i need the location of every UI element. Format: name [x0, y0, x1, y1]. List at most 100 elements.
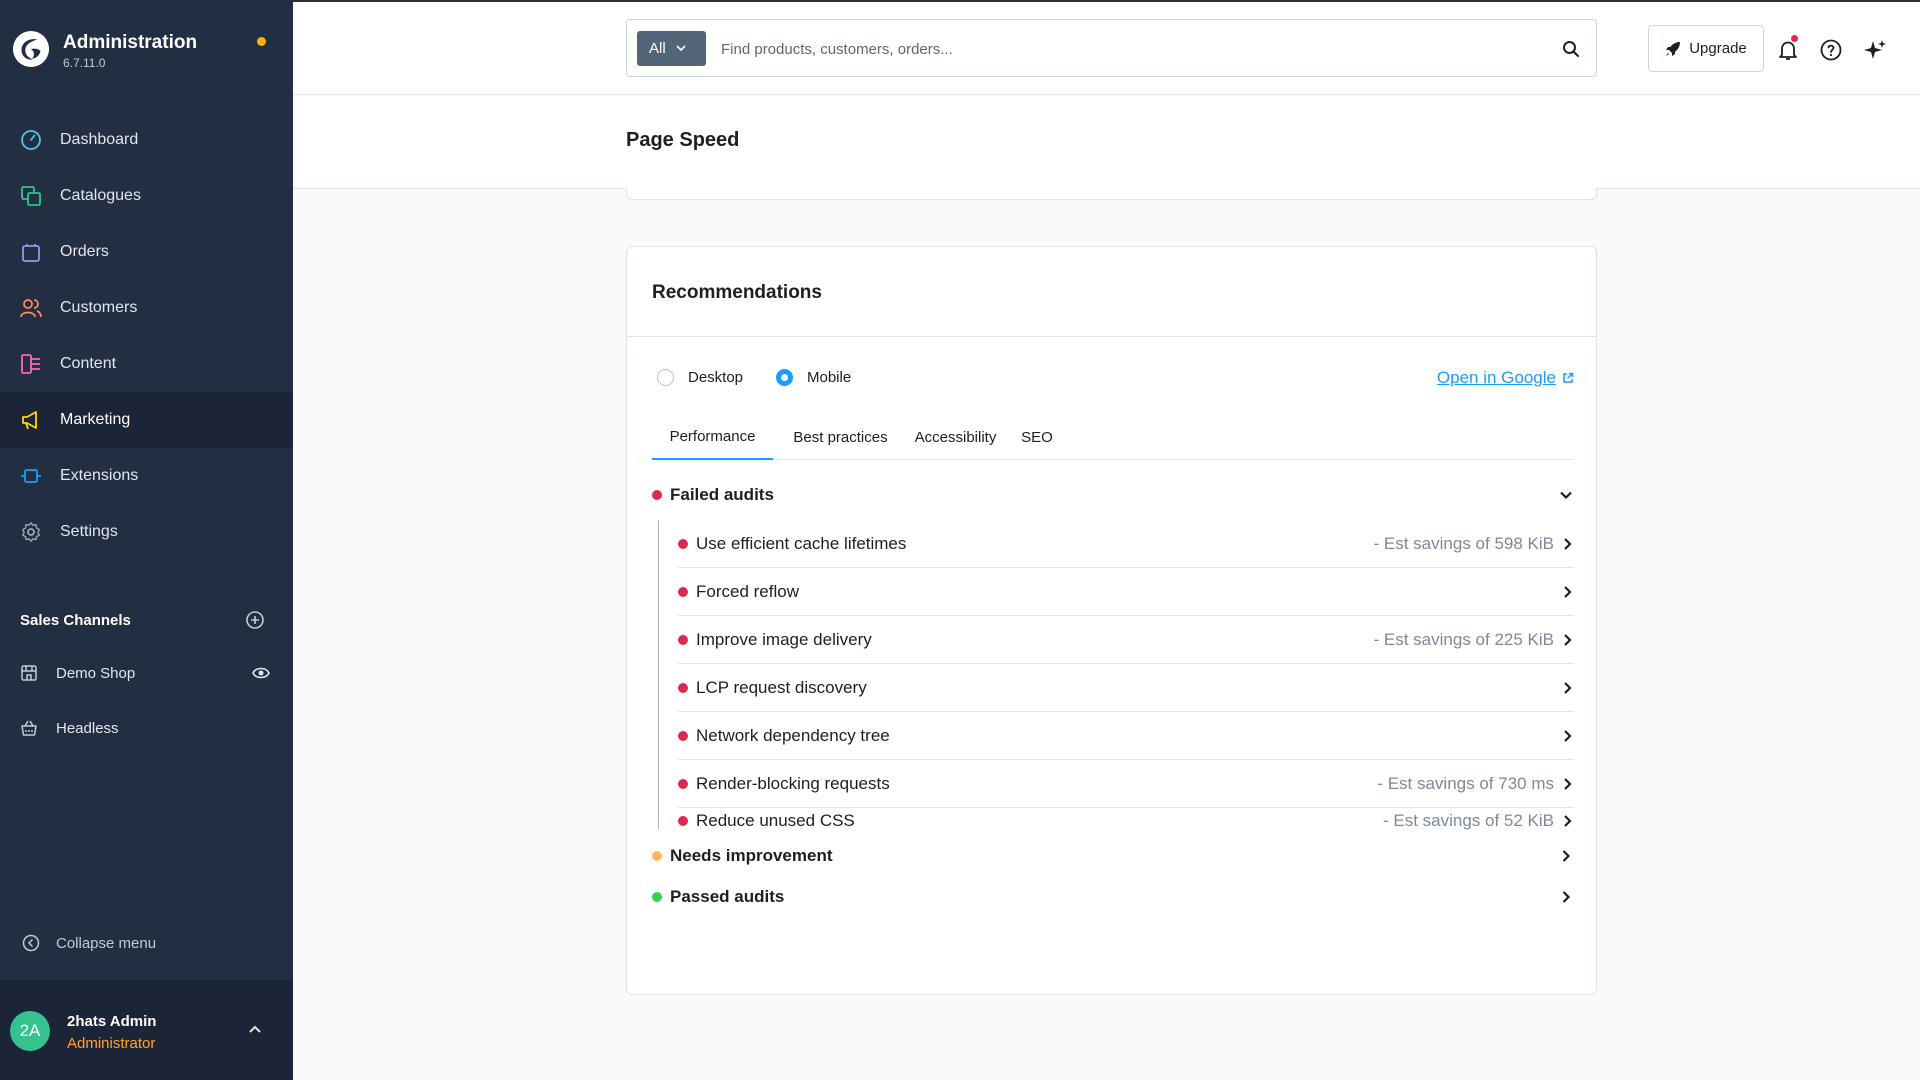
sales-channel-headless[interactable]: Headless	[20, 713, 270, 743]
app-title: Administration	[63, 32, 198, 53]
sidebar-item-marketing[interactable]: Marketing	[0, 392, 293, 448]
audit-tabs: Performance Best practices Accessibility…	[652, 415, 1573, 460]
storefront-icon	[21, 665, 37, 681]
bell-icon[interactable]	[1776, 38, 1800, 62]
audit-label: Render-blocking requests	[696, 773, 890, 793]
chevron-right-icon	[1564, 586, 1572, 598]
chevron-right-icon	[1562, 850, 1571, 862]
audit-item[interactable]: LCP request discovery	[678, 664, 1574, 712]
audit-label: Improve image delivery	[696, 629, 872, 649]
chevron-down-icon	[676, 45, 686, 52]
card-title: Recommendations	[652, 282, 822, 303]
sales-channels-title: Sales Channels	[20, 612, 131, 629]
status-dot	[678, 586, 688, 597]
search-icon[interactable]	[1562, 40, 1580, 58]
avatar: 2A	[10, 1011, 50, 1051]
sales-channel-demo-shop[interactable]: Demo Shop	[20, 658, 270, 688]
audit-item[interactable]: Network dependency tree	[678, 712, 1574, 760]
group-failed-audits[interactable]: Failed audits	[652, 481, 1573, 509]
settings-icon	[20, 521, 42, 543]
audit-savings: - Est savings of 52 KiB	[1382, 811, 1554, 830]
audit-item[interactable]: Render-blocking requests - Est savings o…	[678, 760, 1574, 808]
device-radio-mobile[interactable]: Mobile	[776, 369, 851, 386]
audit-savings: - Est savings of 730 ms	[1377, 773, 1554, 793]
chevron-right-icon	[1564, 682, 1572, 694]
search-filter-dropdown[interactable]: All	[637, 31, 706, 66]
search-input[interactable]	[721, 34, 1521, 64]
sidebar-item-label: Catalogues	[60, 187, 141, 204]
sales-channel-label: Headless	[56, 719, 119, 737]
audit-item[interactable]: Forced reflow	[678, 568, 1574, 616]
chevron-down-icon	[1560, 491, 1572, 500]
customers-icon	[20, 297, 42, 319]
user-role: Administrator	[67, 1035, 156, 1052]
sidebar-item-label: Orders	[60, 243, 109, 260]
audit-savings: - Est savings of 225 KiB	[1373, 629, 1554, 649]
tab-seo[interactable]: SEO	[1018, 415, 1056, 460]
marketing-icon	[20, 409, 42, 431]
recommendations-card: Recommendations Desktop Mobile Open in G…	[626, 246, 1597, 995]
brand[interactable]: Administration 6.7.11.0	[12, 28, 282, 76]
chevron-up-icon[interactable]	[248, 1024, 262, 1034]
tab-best-practices[interactable]: Best practices	[788, 415, 893, 460]
radio-label: Desktop	[688, 369, 744, 386]
sidebar-item-label: Content	[60, 355, 117, 372]
open-in-google-link[interactable]: Open in Google	[1437, 368, 1574, 388]
status-dot	[678, 538, 688, 549]
chevron-right-icon	[1564, 815, 1572, 827]
sidebar-item-label: Settings	[60, 523, 118, 540]
open-in-google-label: Open in Google	[1436, 368, 1556, 387]
shopware-logo-icon	[12, 30, 50, 68]
update-indicator	[257, 37, 266, 46]
status-dot	[678, 682, 688, 693]
sidebar-item-catalogues[interactable]: Catalogues	[0, 168, 293, 224]
device-radio-desktop[interactable]: Desktop	[657, 369, 743, 386]
sales-channels-header: Sales Channels	[20, 610, 265, 634]
main-nav: Dashboard Catalogues Orders Customers Co…	[0, 112, 293, 560]
sales-channel-label: Demo Shop	[56, 664, 136, 682]
status-dot	[678, 816, 688, 826]
audit-label: LCP request discovery	[696, 677, 867, 697]
help-icon[interactable]	[1819, 38, 1843, 62]
group-needs-improvement[interactable]: Needs improvement	[652, 842, 1573, 870]
sidebar-item-dashboard[interactable]: Dashboard	[0, 112, 293, 168]
search-filter-label: All	[649, 40, 666, 57]
audit-label: Forced reflow	[696, 581, 799, 601]
status-dot	[678, 730, 688, 741]
sidebar-item-content[interactable]: Content	[0, 336, 293, 392]
chevron-right-icon	[1564, 730, 1572, 742]
group-label: Passed audits	[670, 887, 785, 906]
sidebar-item-customers[interactable]: Customers	[0, 280, 293, 336]
global-search: All	[626, 19, 1597, 77]
audit-item[interactable]: Use efficient cache lifetimes - Est savi…	[678, 520, 1574, 568]
tab-accessibility[interactable]: Accessibility	[908, 415, 1003, 460]
extensions-icon	[20, 465, 42, 487]
sidebar-item-settings[interactable]: Settings	[0, 504, 293, 560]
radio-circle-selected	[776, 369, 793, 386]
collapse-menu-button[interactable]: Collapse menu	[22, 930, 156, 956]
audit-item[interactable]: Reduce unused CSS - Est savings of 52 Ki…	[678, 808, 1574, 834]
audit-item[interactable]: Improve image delivery - Est savings of …	[678, 616, 1574, 664]
tab-performance[interactable]: Performance	[652, 415, 773, 460]
app-version: 6.7.11.0	[63, 56, 106, 70]
status-dot-failed	[652, 490, 662, 500]
status-dot	[678, 778, 688, 789]
sidebar-item-label: Customers	[60, 299, 138, 316]
ai-sparkle-icon[interactable]	[1863, 38, 1887, 62]
sidebar-item-orders[interactable]: Orders	[0, 224, 293, 280]
radio-circle	[657, 369, 674, 386]
status-dot	[678, 634, 688, 645]
top-bar: All Upgrade	[293, 0, 1920, 95]
eye-icon[interactable]	[252, 665, 270, 681]
sidebar: Administration 6.7.11.0 Dashboard Catalo…	[0, 0, 293, 1080]
sidebar-item-label: Dashboard	[60, 131, 139, 148]
chevron-right-icon	[1564, 778, 1572, 790]
group-passed-audits[interactable]: Passed audits	[652, 883, 1573, 911]
failed-audits-list: Use efficient cache lifetimes - Est savi…	[658, 520, 1574, 830]
user-menu[interactable]: 2A 2hats Admin Administrator	[0, 980, 293, 1080]
chevron-right-icon	[1562, 891, 1571, 903]
sidebar-item-extensions[interactable]: Extensions	[0, 448, 293, 504]
upgrade-button[interactable]: Upgrade	[1648, 25, 1764, 72]
audit-label: Network dependency tree	[696, 725, 890, 745]
add-circle-icon[interactable]	[245, 610, 265, 630]
